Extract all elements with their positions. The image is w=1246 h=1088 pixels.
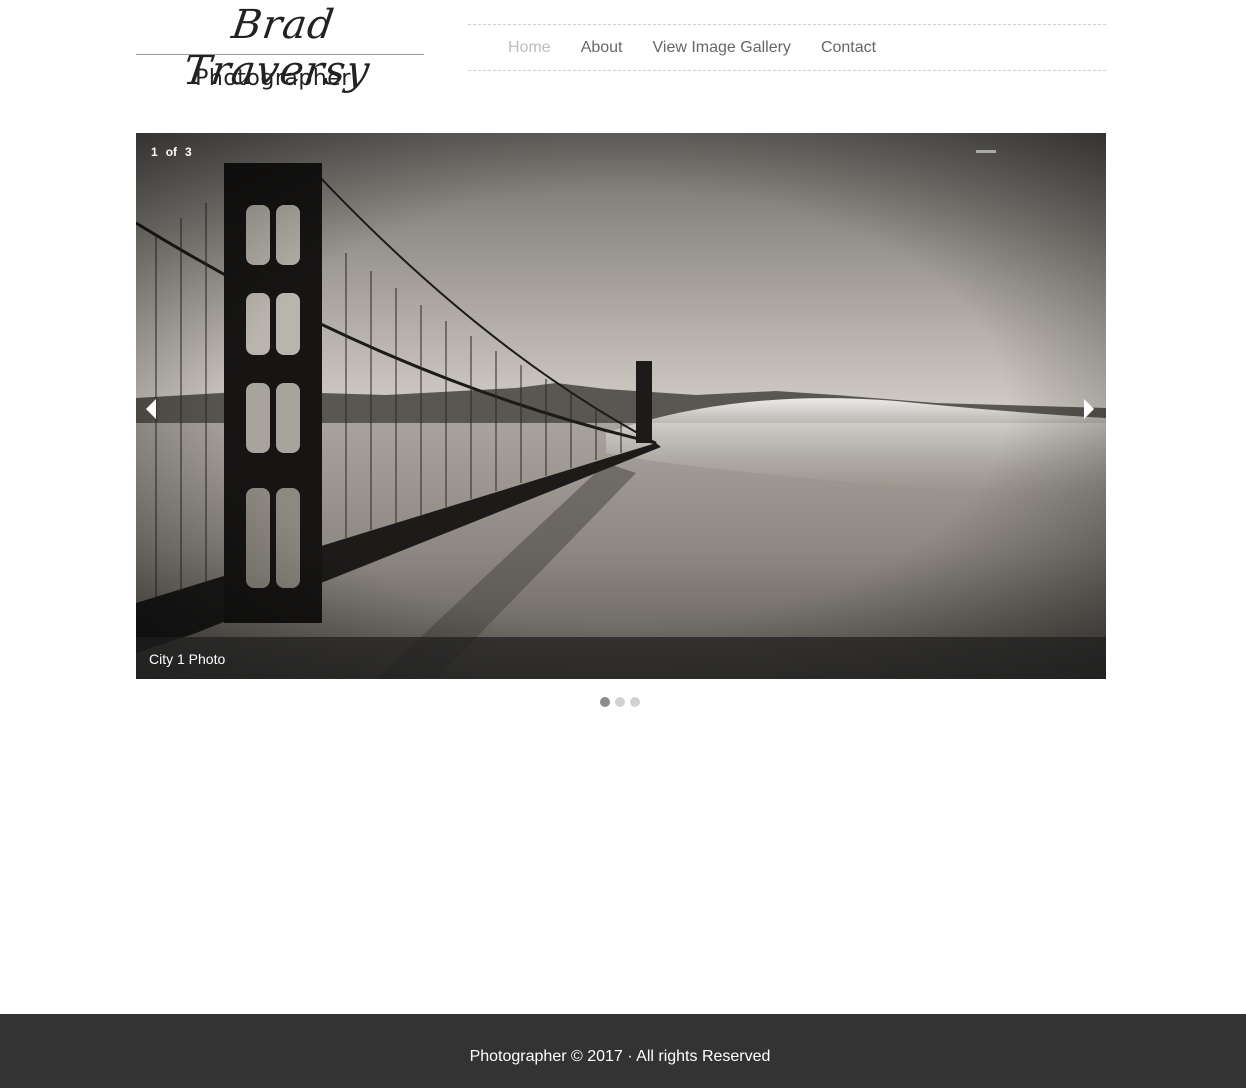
slide-current: 1 bbox=[151, 145, 158, 159]
pager-dot-3[interactable] bbox=[630, 697, 640, 707]
pager-dot-1[interactable] bbox=[600, 697, 610, 707]
prev-arrow-icon[interactable] bbox=[146, 399, 156, 419]
slide-of-label: of bbox=[165, 145, 178, 159]
nav-home[interactable]: Home bbox=[508, 38, 551, 58]
slide-counter: 1 of 3 bbox=[151, 145, 192, 159]
logo-divider bbox=[136, 54, 424, 55]
pause-icon[interactable] bbox=[976, 150, 996, 153]
logo-subtitle: Photographer bbox=[195, 66, 351, 91]
site-logo[interactable]: Brad Traversy Photographer bbox=[136, 0, 424, 100]
footer-text: Photographer © 2017 · All rights Reserve… bbox=[469, 1048, 771, 1065]
nav-view-image-gallery[interactable]: View Image Gallery bbox=[653, 38, 791, 58]
pager-dot-2[interactable] bbox=[615, 697, 625, 707]
slide-caption-bar: City 1 Photo bbox=[136, 637, 1106, 679]
site-footer: Photographer © 2017 · All rights Reserve… bbox=[0, 1014, 1246, 1088]
main-nav: Home About View Image Gallery Contact bbox=[468, 24, 1106, 71]
nav-about[interactable]: About bbox=[581, 38, 623, 58]
nav-contact[interactable]: Contact bbox=[821, 38, 876, 58]
slide-total: 3 bbox=[185, 145, 192, 159]
image-slider: 1 of 3 City 1 Photo bbox=[136, 133, 1106, 679]
slider-pager bbox=[600, 697, 640, 707]
slide-caption: City 1 Photo bbox=[149, 651, 226, 667]
next-arrow-icon[interactable] bbox=[1084, 399, 1094, 419]
slide-image bbox=[136, 133, 1106, 679]
